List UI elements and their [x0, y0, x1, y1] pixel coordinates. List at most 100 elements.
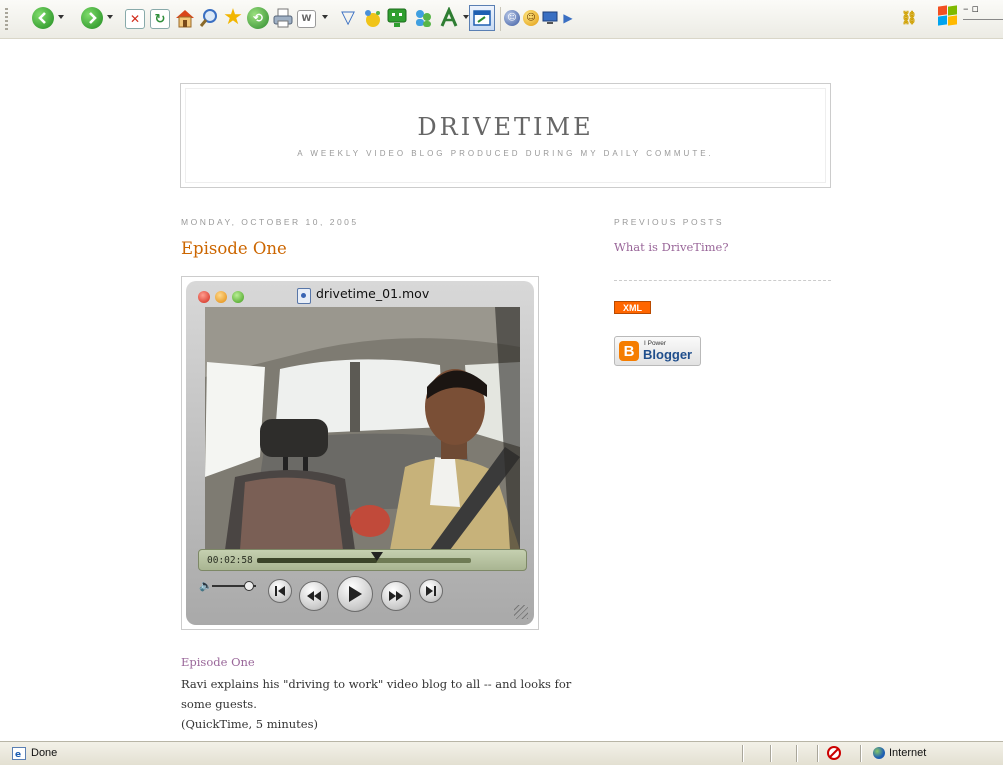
history-icon: ⟲	[252, 11, 264, 25]
close-light-icon[interactable]	[198, 291, 210, 303]
play-button[interactable]: ▶	[561, 10, 575, 26]
window-controls[interactable]: –▫	[963, 2, 1003, 20]
triangle-down-icon: ▽	[341, 7, 355, 28]
blog-description: A WEEKLY VIDEO BLOG PRODUCED DURING MY D…	[297, 149, 714, 158]
caption-duration: (QuickTime, 5 minutes)	[181, 717, 318, 731]
discuss-button[interactable]: ▽	[337, 7, 359, 29]
playhead-icon[interactable]	[370, 552, 383, 561]
smiley-icon: ☺	[526, 12, 536, 23]
volume-slider[interactable]	[212, 581, 256, 591]
post-caption: Ravi explains his "driving to work" vide…	[181, 674, 601, 734]
home-icon	[176, 10, 194, 28]
blogger-badge-small-text: I Power	[644, 340, 667, 347]
face-button-1[interactable]: ☺	[504, 10, 520, 26]
forward-button[interactable]	[81, 7, 103, 29]
back-button[interactable]	[32, 7, 54, 29]
edit-dropdown[interactable]	[322, 15, 328, 19]
sparkle-person-icon	[365, 10, 380, 27]
print-button[interactable]	[272, 7, 294, 29]
back-dropdown[interactable]	[58, 15, 64, 19]
skip-forward-icon	[426, 586, 436, 596]
xml-feed-badge[interactable]: XML	[614, 301, 651, 314]
people-icon	[416, 10, 431, 27]
browser-toolbar: ✕ ↻ ★ ⟲ W ▽ ☺ ☺ ▶ ⛓ –▫	[0, 0, 1003, 39]
rewind-button[interactable]	[299, 581, 329, 611]
caption-title-link[interactable]: Episode One	[181, 655, 255, 669]
home-button[interactable]	[174, 7, 196, 29]
edit-word-icon: W	[301, 13, 312, 24]
video-embed-frame: drivetime_01.mov 00:02:58 🔈	[181, 276, 539, 630]
toolbar-grip[interactable]	[5, 8, 8, 30]
quicktime-file-icon	[297, 288, 311, 304]
blog-header-inner: DRIVETIME A WEEKLY VIDEO BLOG PRODUCED D…	[185, 88, 826, 183]
screen-button[interactable]	[542, 10, 558, 26]
status-divider	[742, 745, 744, 762]
svg-text:e: e	[15, 750, 21, 760]
edit-button[interactable]: W	[297, 10, 316, 28]
blogger-logo-icon: B	[619, 341, 639, 361]
back-arrow-icon	[38, 12, 46, 24]
play-button[interactable]	[337, 576, 373, 612]
play-arrow-icon: ▶	[563, 11, 573, 25]
powered-by-blogger-badge[interactable]: B I Power Blogger	[614, 336, 701, 366]
links-button[interactable]: ⛓	[900, 10, 918, 26]
security-zone: Internet	[889, 747, 927, 759]
blog-header: DRIVETIME A WEEKLY VIDEO BLOG PRODUCED D…	[180, 83, 831, 188]
rewind-icon	[307, 591, 321, 601]
resize-grip-icon[interactable]	[514, 605, 528, 619]
popup-blocker-icon[interactable]	[826, 745, 842, 761]
video-filename: drivetime_01.mov	[316, 286, 430, 301]
volume-knob[interactable]	[244, 581, 255, 591]
status-divider	[770, 745, 772, 762]
search-button[interactable]	[198, 7, 220, 29]
go-to-end-button[interactable]	[419, 579, 443, 603]
previous-post-link[interactable]: What is DriveTime?	[614, 240, 729, 254]
minimize-light-icon[interactable]	[215, 291, 227, 303]
blog-title[interactable]: DRIVETIME	[186, 113, 825, 141]
skip-back-icon	[275, 586, 285, 596]
refresh-icon: ↻	[154, 11, 166, 27]
restore-icon[interactable]: ▫	[972, 2, 982, 15]
windows-logo-icon	[938, 5, 958, 26]
messenger-button[interactable]	[361, 7, 383, 29]
date-header: MONDAY, OCTOBER 10, 2005	[181, 217, 359, 227]
timeline-track[interactable]	[257, 552, 471, 563]
stop-button[interactable]: ✕	[125, 9, 145, 29]
car-interior-image	[205, 307, 520, 550]
play-icon	[349, 586, 362, 602]
video-frame[interactable]	[205, 307, 520, 550]
forward-arrow-icon	[89, 12, 97, 24]
caption-description: Ravi explains his "driving to work" vide…	[181, 677, 572, 711]
monitor-icon	[542, 11, 558, 24]
status-text: Done	[31, 747, 58, 759]
forward-dropdown[interactable]	[107, 15, 113, 19]
blogger-badge-text: Blogger	[643, 347, 693, 362]
research-button[interactable]	[386, 7, 408, 29]
contacts-button[interactable]	[412, 7, 434, 29]
fast-forward-button[interactable]	[381, 581, 411, 611]
favorites-star-icon: ★	[223, 5, 243, 30]
window-button[interactable]	[469, 5, 495, 31]
go-to-start-button[interactable]	[268, 579, 292, 603]
sidebar-divider	[614, 280, 831, 281]
print-icon	[273, 8, 293, 28]
fast-forward-icon	[389, 591, 403, 601]
window-arrow-icon	[473, 10, 491, 26]
ie-page-icon: e	[12, 747, 26, 760]
speaker-icon: 🔈	[199, 579, 213, 592]
zoom-light-icon[interactable]	[232, 291, 244, 303]
stop-icon: ✕	[129, 12, 141, 26]
minimize-icon[interactable]: –	[963, 2, 972, 15]
favorites-button[interactable]: ★	[222, 7, 244, 29]
face-button-2[interactable]: ☺	[523, 10, 539, 26]
previous-posts-heading: PREVIOUS POSTS	[614, 217, 725, 227]
status-divider	[860, 745, 862, 762]
font-a-icon	[440, 7, 458, 27]
chain-link-icon: ⛓	[900, 10, 918, 26]
monitor-face-icon	[387, 8, 407, 27]
history-button[interactable]: ⟲	[247, 7, 269, 29]
status-divider	[796, 745, 798, 762]
refresh-button[interactable]: ↻	[150, 9, 170, 29]
translate-button[interactable]	[438, 7, 460, 29]
window-traffic-lights	[198, 288, 249, 307]
